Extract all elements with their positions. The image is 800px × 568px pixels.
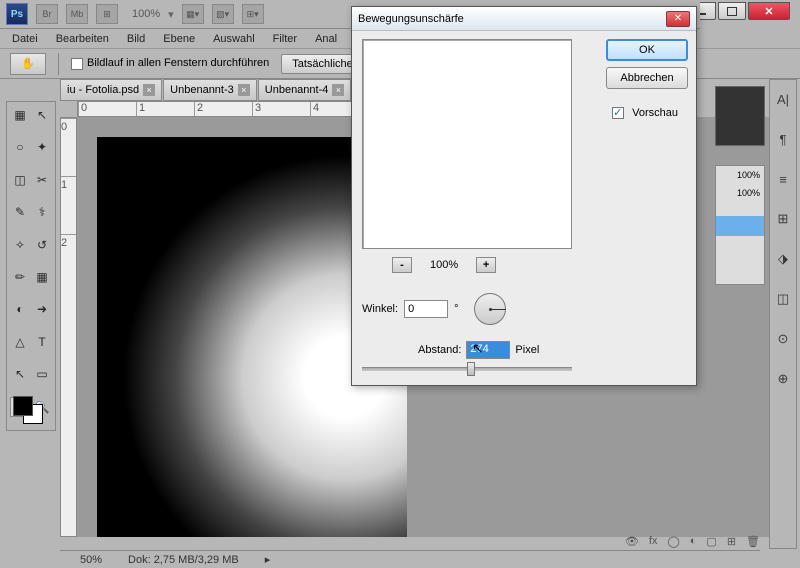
preview-checkbox[interactable] xyxy=(612,107,624,119)
toolbox: ▦ ↖ ○ ✦ ◫ ✂ ✎ ⚕ ⟡ ↺ ✏ ▦ ◐ ➜ △ T ↖ ▭ ✋ 🔍 xyxy=(6,101,56,431)
selected-layer[interactable] xyxy=(716,216,764,236)
filter-preview[interactable] xyxy=(362,39,572,249)
workspace-icon[interactable]: ⊞▾ xyxy=(242,4,264,24)
tool-history[interactable]: ↺ xyxy=(32,235,52,255)
current-tool-hand[interactable]: ✋ xyxy=(10,53,46,75)
info-panel-icon[interactable]: ⊕ xyxy=(774,370,792,388)
tool-eyedropper[interactable]: ✂ xyxy=(32,170,52,190)
tool-eraser[interactable]: ✏ xyxy=(10,267,30,287)
menu-bearbeiten[interactable]: Bearbeiten xyxy=(56,33,109,45)
tool-pen[interactable]: △ xyxy=(10,332,30,352)
adjustment-icon[interactable]: ◐ xyxy=(690,535,697,548)
tool-selection[interactable]: ↖ xyxy=(32,105,52,125)
ruler-vertical[interactable]: 012 xyxy=(60,117,77,537)
arrange-icon[interactable]: ▦▾ xyxy=(182,4,204,24)
mask-icon[interactable]: ◯ xyxy=(667,535,679,548)
group-icon[interactable]: ▢ xyxy=(706,535,716,548)
tool-dodge[interactable]: ➜ xyxy=(32,299,52,319)
angle-unit: ° xyxy=(454,303,458,315)
color-swatches[interactable] xyxy=(11,396,51,426)
menu-auswahl[interactable]: Auswahl xyxy=(213,33,255,45)
status-doc[interactable]: Dok: 2,75 MB/3,29 MB xyxy=(128,554,239,566)
menu-filter[interactable]: Filter xyxy=(273,33,297,45)
extras-icon[interactable]: ▧▾ xyxy=(212,4,234,24)
distance-label: Abstand: xyxy=(418,344,461,356)
distance-input[interactable]: 274 xyxy=(466,341,510,359)
chevron-down-icon[interactable]: ▾ xyxy=(168,8,174,21)
swatches-panel-icon[interactable]: ⊞ xyxy=(774,210,792,228)
link-icon[interactable]: 👁 xyxy=(625,535,639,548)
opacity-value[interactable]: 100% xyxy=(716,166,764,184)
close-icon[interactable]: × xyxy=(332,84,344,96)
tool-shape[interactable]: ▭ xyxy=(32,364,52,384)
close-icon[interactable]: × xyxy=(143,84,155,96)
tool-lasso[interactable]: ○ xyxy=(10,137,30,157)
styles-panel-icon[interactable]: ⬗ xyxy=(774,250,792,268)
bridge-icon[interactable]: Br xyxy=(36,4,58,24)
tool-wand[interactable]: ✦ xyxy=(32,137,52,157)
slider-thumb[interactable] xyxy=(467,362,475,376)
adjustments-panel-icon[interactable]: ◫ xyxy=(774,290,792,308)
preview-zoom: 100% xyxy=(430,259,458,271)
cancel-button[interactable]: Abbrechen xyxy=(606,67,688,89)
screenmode-icon[interactable]: ⊞ xyxy=(96,4,118,24)
angle-input[interactable] xyxy=(404,300,448,318)
distance-unit: Pixel xyxy=(515,344,539,356)
chevron-right-icon[interactable]: ▸ xyxy=(265,553,271,566)
new-layer-icon[interactable]: ⊞ xyxy=(727,535,736,548)
dialog-close-button[interactable]: ✕ xyxy=(666,11,690,27)
window-maximize-button[interactable] xyxy=(718,2,746,20)
zoom-display[interactable]: 100% xyxy=(132,8,160,20)
minibridge-icon[interactable]: Mb xyxy=(66,4,88,24)
tab-unbenannt-4[interactable]: Unbenannt-4× xyxy=(258,79,352,101)
color-panel-icon[interactable]: ⊙ xyxy=(774,330,792,348)
distance-slider[interactable] xyxy=(362,367,572,371)
layer-panel-footer: 👁 fx ◯ ◐ ▢ ⊞ 🗑 xyxy=(625,535,760,548)
motion-blur-dialog: Bewegungsunschärfe ✕ - 100% + Winkel: ° … xyxy=(351,6,697,386)
menu-bild[interactable]: Bild xyxy=(127,33,145,45)
menu-datei[interactable]: Datei xyxy=(12,33,38,45)
tool-type[interactable]: T xyxy=(32,332,52,352)
document-tabs: iu - Fotolia.psd× Unbenannt-3× Unbenannt… xyxy=(60,79,352,101)
tool-crop[interactable]: ◫ xyxy=(10,170,30,190)
app-logo: Ps xyxy=(6,3,28,25)
layers-panel[interactable]: 100% 100% xyxy=(715,165,765,285)
status-bar: 50% Dok: 2,75 MB/3,29 MB ▸ xyxy=(60,550,760,568)
tool-blur[interactable]: ◐ xyxy=(10,299,30,319)
tool-path[interactable]: ↖ xyxy=(10,364,30,384)
tool-heal[interactable]: ✎ xyxy=(10,202,30,222)
dialog-titlebar[interactable]: Bewegungsunschärfe ✕ xyxy=(352,7,696,31)
preview-checkbox-label: Vorschau xyxy=(632,107,678,119)
character-panel-icon[interactable]: A| xyxy=(774,90,792,108)
layers-panel-icon[interactable]: ≡ xyxy=(774,170,792,188)
angle-dial[interactable] xyxy=(474,293,506,325)
foreground-color[interactable] xyxy=(13,396,33,416)
tool-stamp[interactable]: ⟡ xyxy=(10,235,30,255)
tab-fotolia[interactable]: iu - Fotolia.psd× xyxy=(60,79,162,101)
fill-value[interactable]: 100% xyxy=(716,184,764,202)
zoom-in-button[interactable]: + xyxy=(476,257,496,273)
trash-icon[interactable]: 🗑 xyxy=(746,535,760,548)
tab-unbenannt-3[interactable]: Unbenannt-3× xyxy=(163,79,257,101)
menu-analyse[interactable]: Anal xyxy=(315,33,337,45)
panel-dock: A| ¶ ≡ ⊞ ⬗ ◫ ⊙ ⊕ xyxy=(769,79,797,549)
status-zoom[interactable]: 50% xyxy=(80,554,102,566)
paragraph-panel-icon[interactable]: ¶ xyxy=(774,130,792,148)
menu-ebene[interactable]: Ebene xyxy=(163,33,195,45)
close-icon[interactable]: × xyxy=(238,84,250,96)
tool-brush[interactable]: ⚕ xyxy=(32,202,52,222)
angle-label: Winkel: xyxy=(362,303,398,315)
dialog-title: Bewegungsunschärfe xyxy=(358,13,464,25)
ok-button[interactable]: OK xyxy=(606,39,688,61)
scroll-all-checkbox[interactable]: Bildlauf in allen Fenstern durchführen xyxy=(71,57,269,69)
tool-move[interactable]: ▦ xyxy=(10,105,30,125)
fx-icon[interactable]: fx xyxy=(649,535,658,548)
navigator-panel[interactable] xyxy=(715,86,765,146)
window-close-button[interactable]: ✕ xyxy=(748,2,790,20)
zoom-out-button[interactable]: - xyxy=(392,257,412,273)
tool-gradient[interactable]: ▦ xyxy=(32,267,52,287)
